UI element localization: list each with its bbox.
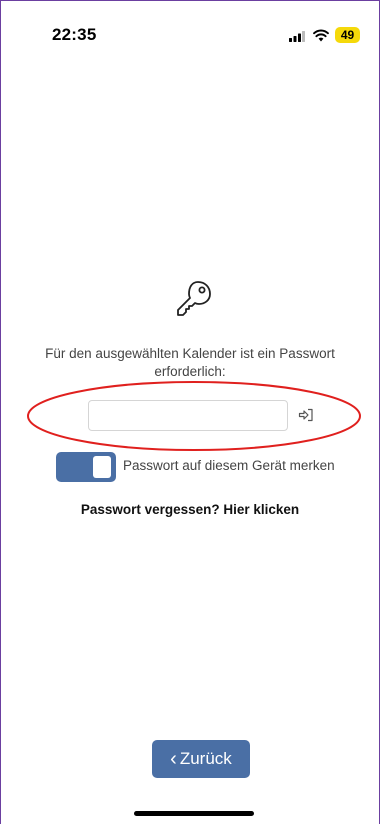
remember-toggle[interactable]: [56, 452, 116, 482]
annotation-ellipse: [27, 381, 361, 451]
forgot-password-link[interactable]: Passwort vergessen? Hier klicken: [20, 502, 360, 517]
status-bar: 22:35 49: [0, 0, 380, 70]
status-time: 22:35: [52, 25, 97, 44]
remember-label: Passwort auf diesem Gerät merken: [123, 458, 335, 473]
toggle-knob: [93, 456, 111, 478]
key-icon: [177, 281, 211, 316]
home-indicator[interactable]: [134, 811, 254, 816]
wifi-icon: [313, 29, 329, 42]
back-button[interactable]: ‹ Zurück: [152, 740, 250, 778]
signal-icon: [289, 31, 305, 42]
back-button-label: Zurück: [179, 749, 232, 768]
password-prompt: Für den ausgewählten Kalender ist ein Pa…: [45, 346, 335, 379]
battery-indicator: 49: [335, 27, 360, 43]
chevron-left-icon: ‹: [170, 748, 177, 770]
